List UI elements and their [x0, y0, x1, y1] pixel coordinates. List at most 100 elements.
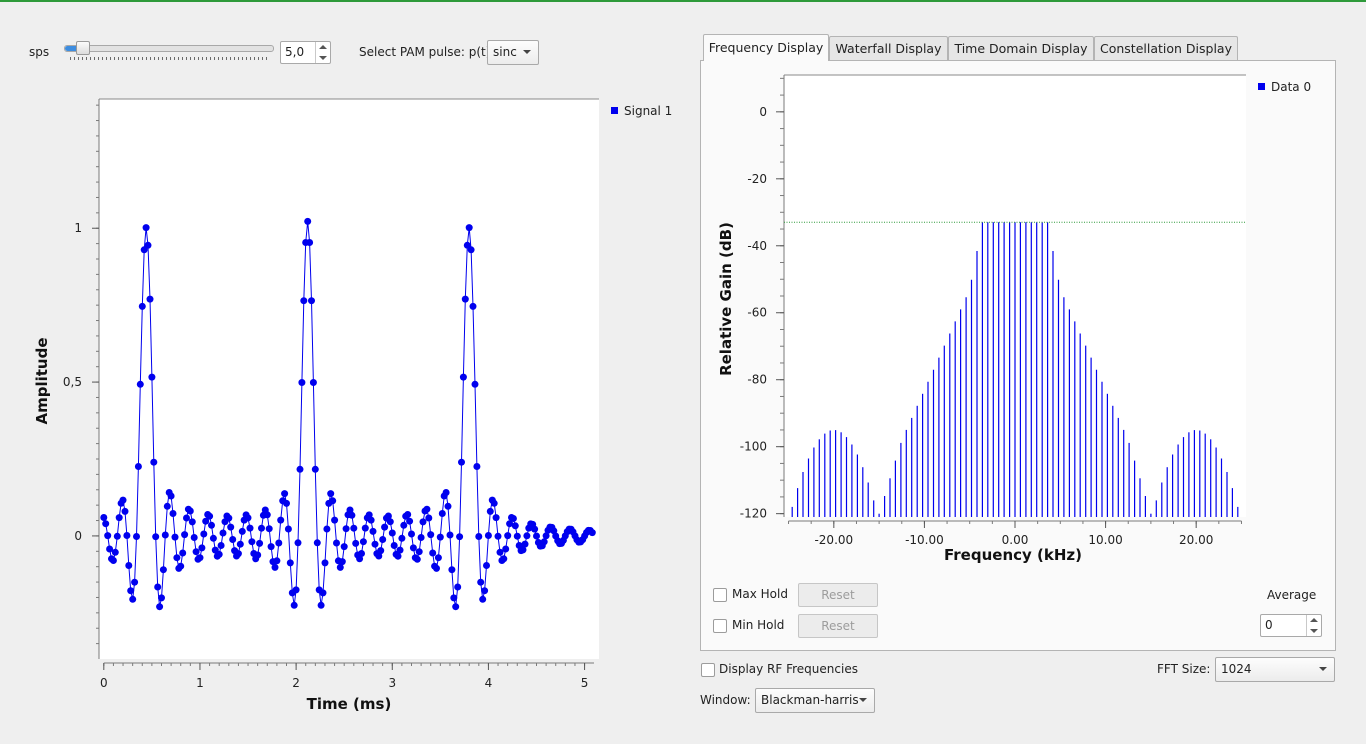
freq-y-tick-label: -120 — [740, 507, 767, 521]
time-sample-point — [265, 525, 273, 533]
time-sample-point — [450, 594, 458, 602]
sps-spinbox[interactable]: 5,0 — [280, 41, 331, 64]
min-hold-reset-button[interactable]: Reset — [798, 614, 878, 638]
time-sample-point — [329, 497, 337, 505]
time-sample-point — [446, 531, 454, 539]
spin-down-icon[interactable] — [319, 56, 327, 60]
tab-frequency-display[interactable]: Frequency Display — [703, 34, 829, 61]
time-sample-point — [246, 524, 254, 532]
max-hold-checkbox[interactable] — [713, 588, 727, 602]
time-domain-chart: 00,51 012345 Signal 1 Time (ms) Amplitud… — [33, 98, 672, 713]
time-sample-point — [229, 536, 237, 543]
spin-up-icon[interactable] — [319, 45, 327, 49]
tab-waterfall-display[interactable]: Waterfall Display — [829, 36, 948, 61]
time-sample-point — [225, 514, 233, 522]
fft-size-select[interactable]: 1024 — [1215, 657, 1335, 682]
window-select[interactable]: Blackman-harris — [755, 688, 875, 713]
time-sample-point — [248, 538, 256, 546]
time-sample-point — [161, 531, 169, 539]
time-sample-point — [377, 547, 385, 555]
spin-up-icon[interactable] — [1310, 618, 1318, 622]
time-sample-point — [413, 555, 421, 563]
max-hold-reset-button[interactable]: Reset — [798, 583, 878, 607]
time-sample-point — [588, 529, 596, 537]
time-sample-point — [342, 525, 350, 533]
tab-constellation-display[interactable]: Constellation Display — [1094, 36, 1238, 61]
time-sample-point — [454, 583, 462, 591]
time-sample-point — [465, 224, 473, 232]
time-sample-point — [138, 302, 146, 310]
time-sample-point — [238, 527, 246, 535]
frequency-chart: 0 -20 -40 -60 -80 -100 -120 -20.00 -10.00 0.00 10… — [717, 74, 1311, 564]
freq-x-tick-label: 0.00 — [1002, 533, 1029, 547]
window-value: Blackman-harris — [761, 693, 859, 707]
freq-y-ticks: 0 -20 -40 -60 -80 -100 -120 — [740, 77, 784, 521]
time-sample-point — [227, 523, 235, 531]
time-sample-point — [471, 380, 479, 388]
time-x-tick-label: 5 — [581, 676, 589, 690]
time-sample-point — [442, 489, 450, 496]
time-sample-point — [521, 540, 529, 548]
time-sample-point — [186, 507, 194, 515]
time-sample-point — [306, 239, 314, 246]
time-sample-point — [298, 379, 306, 386]
time-sample-point — [177, 562, 185, 570]
time-sample-point — [434, 554, 442, 562]
spin-down-icon[interactable] — [1310, 629, 1318, 633]
time-sample-point — [469, 302, 477, 310]
time-x-tick-label: 4 — [485, 676, 493, 690]
time-sample-point — [158, 594, 165, 602]
time-sample-point — [308, 297, 315, 305]
time-sample-point — [119, 496, 127, 504]
window-label: Window: — [700, 693, 751, 707]
time-sample-point — [196, 554, 204, 562]
freq-x-ticks: -20.00 -10.00 0.00 10.00 20.00 — [788, 520, 1242, 547]
sps-slider-handle[interactable] — [76, 41, 90, 55]
min-hold-label: Min Hold — [732, 618, 785, 632]
time-sample-point — [390, 542, 398, 549]
time-sample-point — [200, 530, 208, 538]
time-plot-canvas — [99, 99, 599, 659]
time-sample-point — [123, 532, 131, 539]
time-sample-point — [173, 554, 181, 562]
time-sample-point — [486, 507, 494, 515]
time-sample-point — [438, 510, 446, 517]
time-sample-point — [404, 511, 412, 518]
fft-size-label: FFT Size: — [1157, 662, 1211, 676]
fft-size-value: 1024 — [1221, 662, 1252, 676]
pam-pulse-select[interactable]: sinc — [487, 40, 539, 65]
time-sample-point — [348, 511, 356, 519]
freq-y-tick-label: -80 — [747, 373, 767, 387]
time-sample-point — [142, 224, 150, 232]
time-sample-point — [113, 532, 121, 540]
time-sample-point — [459, 373, 467, 381]
time-sample-point — [333, 539, 340, 547]
time-sample-point — [100, 514, 108, 521]
time-sample-point — [167, 492, 175, 500]
freq-y-tick-label: 0 — [759, 105, 767, 119]
time-sample-point — [219, 529, 227, 537]
time-sample-point — [283, 499, 290, 507]
min-hold-checkbox[interactable] — [713, 619, 727, 633]
time-sample-point — [109, 557, 117, 564]
time-sample-point — [331, 516, 339, 524]
time-sample-point — [277, 516, 285, 524]
freq-legend-label: Data 0 — [1271, 80, 1311, 94]
time-sample-point — [104, 532, 112, 540]
pam-pulse-label: Select PAM pulse: p(t): — [359, 45, 495, 59]
time-sample-point — [300, 297, 308, 305]
sps-slider[interactable] — [64, 45, 274, 52]
time-sample-point — [286, 559, 294, 567]
time-sample-point — [479, 595, 487, 603]
time-sample-point — [131, 578, 139, 586]
average-spinbox[interactable]: 0 — [1260, 614, 1322, 637]
tab-time-domain-display[interactable]: Time Domain Display — [948, 36, 1094, 61]
display-rf-checkbox[interactable] — [701, 663, 715, 677]
time-sample-point — [338, 558, 346, 566]
time-sample-point — [540, 538, 548, 546]
time-sample-point — [281, 490, 289, 498]
time-x-tick-label: 2 — [292, 676, 300, 690]
time-sample-point — [500, 555, 508, 563]
time-x-ticks: 0 1 2 3 4 5 — [100, 662, 594, 690]
time-sample-point — [429, 549, 437, 557]
